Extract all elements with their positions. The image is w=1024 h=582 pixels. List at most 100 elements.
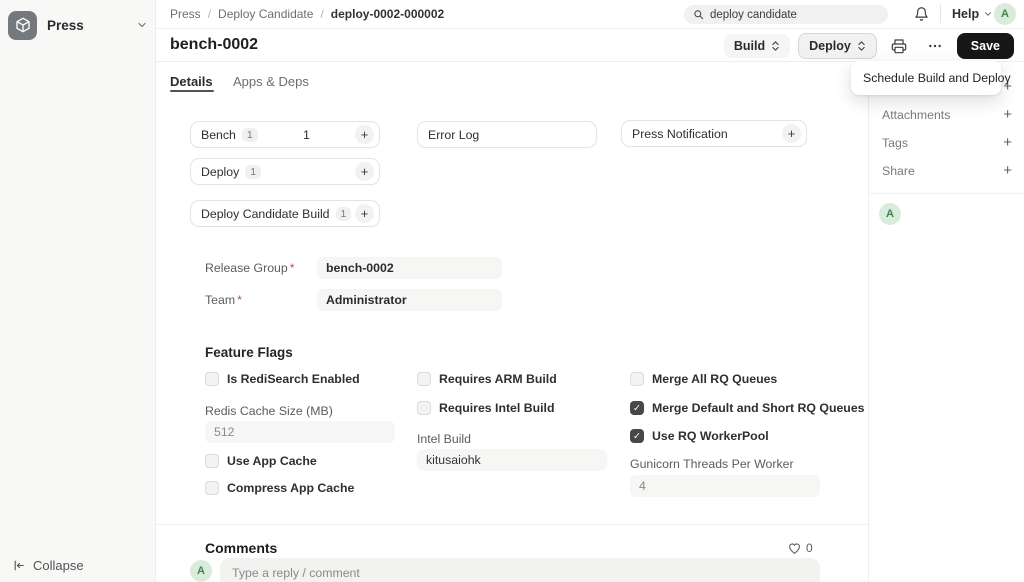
deploy-candidate-build-link-card[interactable]: Deploy Candidate Build 1 +	[190, 200, 380, 227]
deploy-button-label: Deploy	[809, 39, 851, 53]
add-tag-button[interactable]: +	[1003, 135, 1012, 150]
workspace-name: Press	[47, 18, 126, 33]
sidebar-divider	[869, 193, 1024, 194]
compress-app-cache-checkbox[interactable]: ✓ Compress App Cache	[205, 481, 354, 495]
save-button[interactable]: Save	[957, 33, 1014, 59]
chevron-down-icon	[983, 9, 993, 19]
top-bar: Press / Deploy Candidate / deploy-0002-0…	[156, 0, 1024, 29]
press-cube-icon	[8, 11, 37, 40]
add-press-notification-button[interactable]: +	[782, 124, 801, 143]
checkbox-box-icon: ✓	[630, 401, 644, 415]
notifications-bell-icon[interactable]	[914, 6, 929, 22]
comments-heading: Comments	[205, 540, 277, 556]
page-title: bench-0002	[170, 36, 258, 54]
merge-all-rq-queues-checkbox[interactable]: ✓ Merge All RQ Queues	[630, 372, 777, 386]
checkbox-box-icon: ✓	[417, 372, 431, 386]
collapse-label: Collapse	[33, 558, 84, 573]
breadcrumb-current: deploy-0002-000002	[331, 7, 444, 21]
add-attachment-button[interactable]: +	[1003, 107, 1012, 122]
tags-section: Tags +	[882, 135, 1012, 150]
error-log-link-card[interactable]: Error Log	[417, 121, 597, 148]
bench-link-card[interactable]: Bench 1 1 +	[190, 121, 380, 148]
chevron-up-down-icon	[857, 40, 866, 52]
checkbox-box-icon: ✓	[630, 372, 644, 386]
global-search-input[interactable]: deploy candidate	[684, 5, 888, 24]
gunicorn-threads-label: Gunicorn Threads Per Worker	[630, 457, 794, 471]
deploy-dropdown-menu: Schedule Build and Deploy	[851, 61, 1001, 95]
checkbox-box-icon: ✓	[205, 454, 219, 468]
user-avatar[interactable]: A	[994, 3, 1016, 25]
checkbox-box-icon: ✓	[205, 372, 219, 386]
redis-cache-size-label: Redis Cache Size (MB)	[205, 404, 333, 418]
right-sidebar: Assigned To + Attachments + Tags + Share…	[868, 62, 1024, 582]
intel-build-input[interactable]: kitusaiohk	[417, 449, 607, 471]
share-label: Share	[882, 164, 915, 178]
deploy-dropdown-button[interactable]: Deploy	[798, 33, 877, 59]
deploy-link-card[interactable]: Deploy 1 +	[190, 158, 380, 185]
bench-label: Bench	[201, 128, 236, 142]
team-input[interactable]: Administrator	[317, 289, 502, 311]
header-actions: Build Deploy Save	[724, 33, 1014, 59]
intel-build-label: Intel Build	[417, 432, 471, 446]
sidebar-collapse-button[interactable]: Collapse	[12, 558, 84, 573]
search-icon	[693, 9, 704, 20]
release-group-label: Release Group*	[205, 261, 295, 275]
commenter-avatar: A	[190, 560, 212, 582]
use-rq-workerpool-checkbox[interactable]: ✓ Use RQ WorkerPool	[630, 429, 769, 443]
comments-divider	[156, 524, 868, 525]
title-bar: bench-0002 Build Deploy Save	[156, 29, 1024, 62]
comment-input[interactable]: Type a reply / comment	[220, 558, 820, 582]
help-menu[interactable]: Help	[952, 7, 993, 21]
required-mark: *	[237, 293, 242, 307]
bench-value[interactable]: 1	[258, 128, 355, 142]
redis-cache-size-input[interactable]: 512	[205, 421, 395, 443]
active-tab-underline	[170, 90, 214, 92]
share-section: Share +	[882, 163, 1012, 178]
topbar-divider	[940, 5, 941, 23]
use-app-cache-checkbox[interactable]: ✓ Use App Cache	[205, 454, 317, 468]
tab-apps-and-deps[interactable]: Apps & Deps	[233, 74, 309, 89]
deploy-candidate-build-label: Deploy Candidate Build	[201, 207, 330, 221]
release-group-input[interactable]: bench-0002	[317, 257, 502, 279]
workspace-switcher[interactable]: Press	[8, 9, 148, 41]
like-button[interactable]: 0	[788, 541, 813, 555]
attachments-section: Attachments +	[882, 107, 1012, 122]
add-share-button[interactable]: +	[1003, 163, 1012, 178]
gunicorn-threads-input[interactable]: 4	[630, 475, 820, 497]
breadcrumb: Press / Deploy Candidate / deploy-0002-0…	[170, 7, 444, 21]
viewer-avatar: A	[879, 203, 901, 225]
tab-details[interactable]: Details	[170, 74, 213, 89]
build-dropdown-button[interactable]: Build	[724, 34, 790, 58]
requires-intel-build-checkbox[interactable]: ✓ Requires Intel Build	[417, 401, 554, 415]
menu-item-schedule-build-and-deploy[interactable]: Schedule Build and Deploy	[855, 65, 997, 91]
checkbox-box-icon: ✓	[630, 429, 644, 443]
breadcrumb-root[interactable]: Press	[170, 7, 201, 21]
requires-arm-build-checkbox[interactable]: ✓ Requires ARM Build	[417, 372, 557, 386]
deploy-candidate-build-count-badge: 1	[336, 207, 352, 221]
merge-default-short-rq-checkbox[interactable]: ✓ Merge Default and Short RQ Queues	[630, 401, 865, 415]
print-button[interactable]	[885, 34, 913, 58]
checkbox-box-icon: ✓	[417, 401, 431, 415]
add-bench-button[interactable]: +	[355, 125, 374, 144]
is-redisearch-enabled-checkbox[interactable]: ✓ Is RediSearch Enabled	[205, 372, 360, 386]
collapse-arrow-icon	[12, 559, 26, 572]
breadcrumb-separator: /	[320, 7, 323, 21]
attachments-label: Attachments	[882, 108, 950, 122]
bench-count-badge: 1	[242, 128, 258, 142]
chevron-down-icon	[136, 19, 148, 31]
breadcrumb-doctype[interactable]: Deploy Candidate	[218, 7, 313, 21]
add-deploy-button[interactable]: +	[355, 162, 374, 181]
press-notification-link-card[interactable]: Press Notification +	[621, 120, 807, 147]
checkbox-box-icon: ✓	[205, 481, 219, 495]
more-options-button[interactable]	[921, 34, 949, 58]
feature-flags-heading: Feature Flags	[205, 345, 293, 360]
heart-icon	[788, 542, 801, 555]
help-label: Help	[952, 7, 979, 21]
search-value: deploy candidate	[710, 9, 797, 21]
team-label: Team*	[205, 293, 242, 307]
deploy-label: Deploy	[201, 165, 239, 179]
tags-label: Tags	[882, 136, 908, 150]
breadcrumb-separator: /	[208, 7, 211, 21]
add-deploy-candidate-build-button[interactable]: +	[355, 204, 374, 223]
build-button-label: Build	[734, 39, 765, 53]
